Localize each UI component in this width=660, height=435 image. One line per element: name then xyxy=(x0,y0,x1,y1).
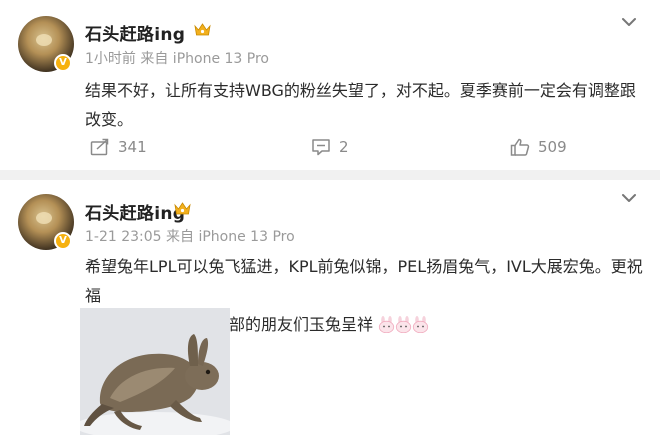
post-card: V 石头赶路ing 1小时前 来自 iPhone 13 Pro 结果不好，让所有… xyxy=(0,0,660,170)
verified-badge: V xyxy=(54,232,72,250)
action-bar: 341 2 509 xyxy=(0,134,660,160)
repost-icon xyxy=(90,138,109,156)
rabbit-emoji-icon xyxy=(413,316,429,334)
comment-count: 2 xyxy=(339,138,349,156)
post-card: V 石头赶路ing 1-21 23:05 来自 iPhone 13 Pro 希望… xyxy=(0,180,660,435)
post-meta: 1-21 23:05 来自 iPhone 13 Pro xyxy=(85,229,295,245)
post-text: 结果不好，让所有支持WBG的粉丝失望了，对不起。夏季赛前一定会有调整跟改变。 xyxy=(85,81,636,129)
repost-count: 341 xyxy=(118,138,147,156)
verified-badge: V xyxy=(54,54,72,72)
rabbit-emoji-icon xyxy=(379,316,395,334)
crown-icon xyxy=(174,202,191,215)
post-text-line: 希望兔年LPL可以兔飞猛进，KPL前兔似锦，PEL扬眉兔气，IVL大展宏兔。更祝… xyxy=(85,257,643,305)
like-icon xyxy=(510,138,530,156)
crown-icon xyxy=(194,23,211,36)
username[interactable]: 石头赶路ing xyxy=(85,199,185,224)
weibo-feed: V 石头赶路ing 1小时前 来自 iPhone 13 Pro 结果不好，让所有… xyxy=(0,0,660,435)
comment-icon xyxy=(312,139,330,156)
chevron-down-icon[interactable] xyxy=(620,192,638,204)
rabbit-photo xyxy=(80,308,230,435)
comment-button[interactable]: 2 xyxy=(311,134,349,160)
like-count: 509 xyxy=(538,138,567,156)
username[interactable]: 石头赶路ing xyxy=(85,20,185,45)
post-image[interactable] xyxy=(80,308,230,435)
chevron-down-icon[interactable] xyxy=(620,16,638,28)
repost-button[interactable]: 341 xyxy=(90,134,147,160)
post-meta: 1小时前 来自 iPhone 13 Pro xyxy=(85,51,269,67)
like-button[interactable]: 509 xyxy=(510,134,567,160)
post-separator xyxy=(0,170,660,180)
rabbit-emoji-icon xyxy=(396,316,412,334)
